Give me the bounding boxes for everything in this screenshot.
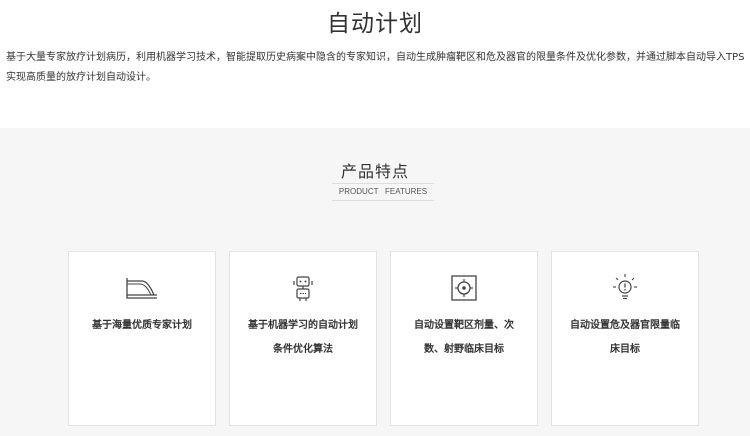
intro-text: 基于大量专家放疗计划病历，利用机器学习技术，智能提取历史病案中隐含的专家知识，自… — [6, 48, 748, 88]
feature-label: 自动设置危及器官限量临床目标 — [570, 320, 680, 355]
feature-label: 自动设置靶区剂量、次数、射野临床目标 — [414, 320, 514, 355]
intro-line: 基于大量专家放疗计划病历，利用机器学习技术，智能提取历史病案中隐含的专家知识，自… — [6, 52, 745, 63]
feature-card-3: 自动设置靶区剂量、次数、射野临床目标 — [390, 251, 538, 426]
feature-card-1: 基于海量优质专家计划 — [68, 251, 216, 426]
feature-card-2: 基于机器学习的自动计划条件优化算法 — [229, 251, 377, 426]
intro-line: 实现高质量的放疗计划自动设计。 — [6, 72, 156, 83]
target-icon — [391, 272, 537, 304]
robot-icon — [230, 272, 376, 304]
feature-card-4: 自动设置危及器官限量临床目标 — [551, 251, 699, 426]
lightbulb-warning-icon — [552, 272, 698, 304]
features-section: 产品特点 PRODUCT FEATURES 基于海量优质专家计划 基于机器学习的… — [0, 128, 750, 436]
page-title: 自动计划 — [327, 11, 423, 37]
section-subtitle: PRODUCT FEATURES — [332, 183, 434, 201]
curve-chart-icon — [69, 272, 215, 304]
feature-label: 基于机器学习的自动计划条件优化算法 — [248, 320, 358, 355]
feature-label: 基于海量优质专家计划 — [92, 320, 192, 331]
section-title: 产品特点 — [340, 162, 409, 181]
